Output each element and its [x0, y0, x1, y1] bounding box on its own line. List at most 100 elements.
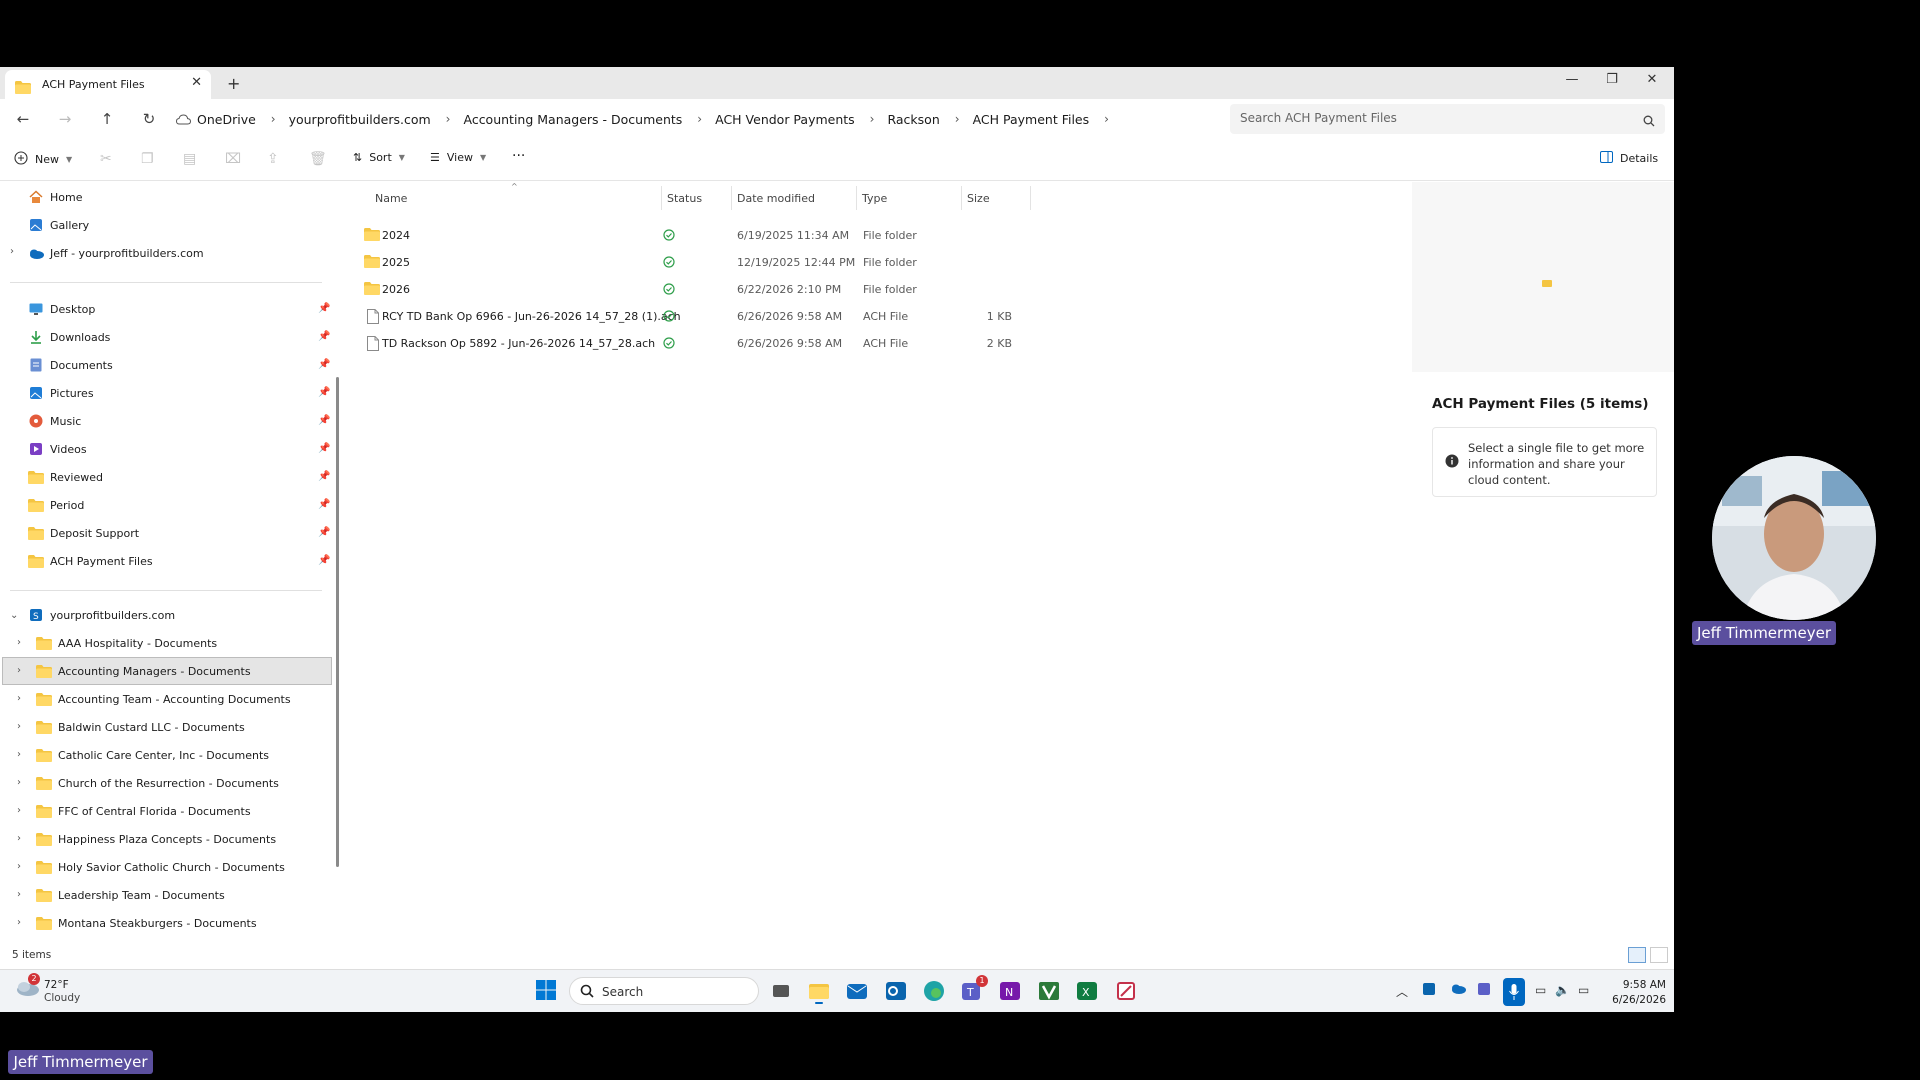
nav-item-jeff[interactable]: Jeff - yourprofitbuilders.com [28, 240, 204, 266]
column-divider[interactable] [1030, 186, 1031, 210]
library-item[interactable]: Happiness Plaza Concepts - Documents [36, 826, 276, 852]
outlook-tray-icon[interactable] [1423, 983, 1435, 998]
pin-icon[interactable]: 📌 [318, 443, 330, 454]
library-item[interactable]: Baldwin Custard LLC - Documents [36, 714, 245, 740]
edge-icon[interactable] [921, 978, 947, 1004]
onenote-icon[interactable]: N [997, 978, 1023, 1004]
volume-icon[interactable]: 🔈 [1555, 983, 1570, 997]
excel-icon[interactable]: X [1074, 978, 1100, 1004]
tiles-view-icon[interactable] [1650, 947, 1668, 963]
sort-button[interactable]: ⇅ Sort ▼ [353, 151, 405, 164]
share-icon[interactable]: ⇪ [267, 151, 279, 167]
delete-icon[interactable]: 🗑 [309, 151, 327, 167]
minimize-button[interactable]: — [1557, 72, 1587, 87]
chevron-right-icon[interactable]: › [17, 749, 21, 760]
quick-access-item[interactable]: Documents [28, 352, 328, 378]
up-arrow-icon[interactable]: ↑ [97, 110, 117, 128]
column-header-type[interactable]: Type [862, 192, 887, 205]
column-divider[interactable] [661, 186, 662, 210]
breadcrumb-item[interactable]: ACH Vendor Payments [715, 112, 855, 127]
library-item[interactable]: Holy Savior Catholic Church - Documents [36, 854, 285, 880]
weather-widget[interactable]: 2 [14, 973, 40, 1001]
tab-ach-payment-files[interactable]: ACH Payment Files ✕ [5, 70, 211, 99]
quick-access-item[interactable]: ACH Payment Files [28, 548, 328, 574]
chevron-right-icon[interactable]: › [271, 112, 276, 126]
chevron-up-icon[interactable]: ︿ [1396, 983, 1408, 1000]
chevron-right-icon[interactable]: › [17, 833, 21, 844]
breadcrumb-item[interactable]: Accounting Managers - Documents [463, 112, 682, 127]
rename-icon[interactable]: ⌧ [225, 151, 241, 167]
search-icon[interactable] [1643, 112, 1655, 131]
copy-icon[interactable]: ❐ [141, 151, 154, 167]
chevron-right-icon[interactable]: › [17, 693, 21, 704]
quick-access-item[interactable]: Videos [28, 436, 328, 462]
file-row[interactable]: 2024 6/19/2025 11:34 AM File folder [345, 222, 1025, 249]
library-item[interactable]: Leadership Team - Documents [36, 882, 225, 908]
new-button[interactable]: New ▼ [14, 151, 72, 168]
library-item[interactable]: Church of the Resurrection - Documents [36, 770, 279, 796]
teams-tray-icon[interactable] [1478, 983, 1490, 998]
breadcrumb-item[interactable]: OneDrive [197, 112, 256, 127]
column-header-name[interactable]: Name [375, 192, 407, 205]
nav-scrollbar[interactable] [336, 377, 339, 867]
file-row[interactable]: 2026 6/22/2026 2:10 PM File folder [345, 276, 1025, 303]
breadcrumb-item[interactable]: Rackson [887, 112, 939, 127]
chevron-right-icon[interactable]: › [870, 112, 875, 126]
back-arrow-icon[interactable]: ← [13, 110, 33, 128]
column-header-date-modified[interactable]: Date modified [737, 192, 815, 205]
search-box[interactable] [1230, 104, 1665, 134]
pin-icon[interactable]: 📌 [318, 415, 330, 426]
task-view-icon[interactable] [768, 978, 794, 1004]
network-icon[interactable]: ▭ [1535, 983, 1546, 997]
chevron-right-icon[interactable]: › [446, 112, 451, 126]
forward-arrow-icon[interactable]: → [55, 110, 75, 128]
library-item[interactable]: FFC of Central Florida - Documents [36, 798, 251, 824]
paste-icon[interactable]: ▤ [183, 151, 196, 167]
taskbar-search[interactable]: Search [569, 977, 759, 1005]
tab-close-button[interactable]: ✕ [191, 75, 202, 90]
pin-icon[interactable]: 📌 [318, 555, 330, 566]
quick-access-item[interactable]: Music [28, 408, 328, 434]
pin-icon[interactable]: 📌 [318, 527, 330, 538]
close-button[interactable]: ✕ [1637, 72, 1667, 87]
chevron-right-icon[interactable]: › [17, 917, 21, 928]
pin-icon[interactable]: 📌 [318, 499, 330, 510]
column-divider[interactable] [731, 186, 732, 210]
quick-access-item[interactable]: Pictures [28, 380, 328, 406]
cut-icon[interactable]: ✂ [100, 151, 112, 167]
refresh-icon[interactable]: ↻ [139, 110, 159, 128]
column-divider[interactable] [961, 186, 962, 210]
quick-access-item[interactable]: Desktop [28, 296, 328, 322]
chevron-down-icon[interactable]: ⌄ [10, 610, 18, 621]
search-input[interactable] [1240, 111, 1620, 125]
details-button[interactable]: Details [1600, 151, 1658, 166]
more-options-button[interactable]: ··· [512, 148, 525, 164]
quick-access-item[interactable]: Period [28, 492, 328, 518]
chevron-right-icon[interactable]: › [17, 889, 21, 900]
vertex-icon[interactable] [1036, 978, 1062, 1004]
chevron-right-icon[interactable]: › [17, 805, 21, 816]
file-row[interactable]: 2025 12/19/2025 12:44 PM File folder [345, 249, 1025, 276]
snipping-tool-icon[interactable] [1113, 978, 1139, 1004]
clock-time[interactable]: 9:58 AM [1612, 979, 1666, 991]
chevron-right-icon[interactable]: › [17, 777, 21, 788]
view-button[interactable]: ☰ View ▼ [430, 151, 486, 164]
column-header-status[interactable]: Status [667, 192, 702, 205]
pin-icon[interactable]: 📌 [318, 359, 330, 370]
pin-icon[interactable]: 📌 [318, 303, 330, 314]
chevron-right-icon[interactable]: › [1104, 112, 1109, 126]
start-button[interactable] [534, 978, 560, 1004]
library-item[interactable]: Accounting Managers - Documents [36, 658, 251, 684]
new-tab-button[interactable]: + [227, 74, 240, 93]
battery-icon[interactable]: ▭ [1578, 983, 1589, 997]
chevron-right-icon[interactable]: › [955, 112, 960, 126]
library-item[interactable]: Accounting Team - Accounting Documents [36, 686, 291, 712]
chevron-right-icon[interactable]: › [17, 665, 21, 676]
details-view-icon[interactable] [1628, 947, 1646, 963]
quick-access-item[interactable]: Deposit Support [28, 520, 328, 546]
pin-icon[interactable]: 📌 [318, 387, 330, 398]
pin-icon[interactable]: 📌 [318, 471, 330, 482]
nav-item-home[interactable]: Home [28, 184, 82, 210]
restore-button[interactable]: ❐ [1597, 72, 1627, 87]
microphone-button[interactable] [1503, 978, 1525, 1006]
